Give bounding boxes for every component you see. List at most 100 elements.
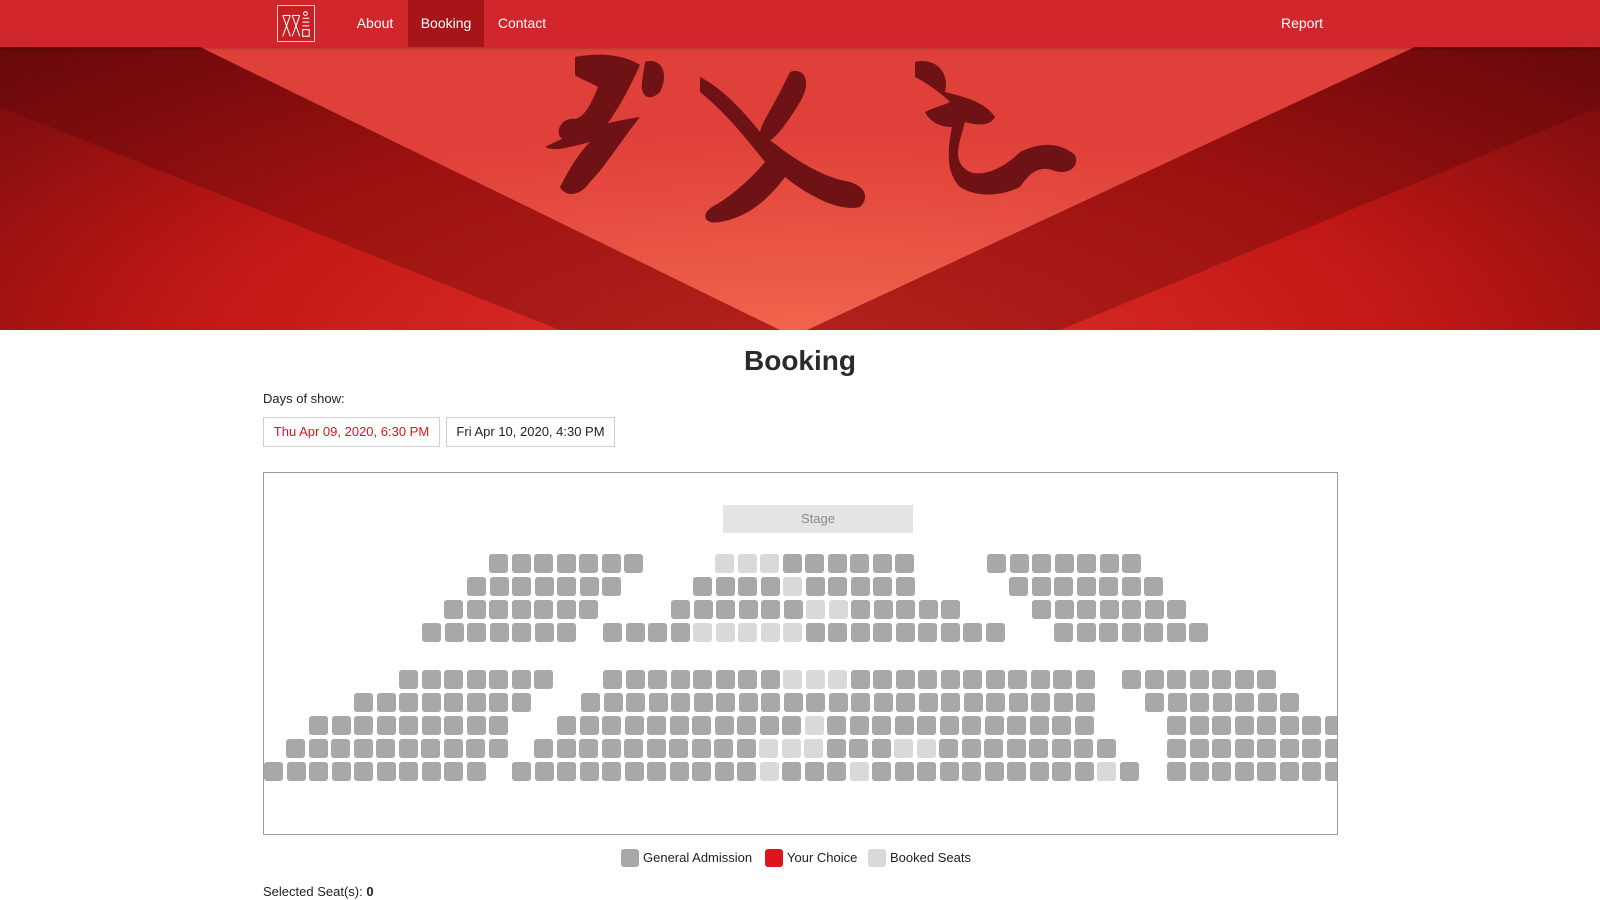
- seat[interactable]: [941, 600, 960, 619]
- seat[interactable]: [601, 739, 621, 758]
- seat[interactable]: [1054, 577, 1073, 596]
- seat[interactable]: [466, 762, 486, 781]
- seat[interactable]: [1121, 577, 1141, 596]
- seat[interactable]: [601, 554, 621, 573]
- seat[interactable]: [849, 716, 869, 735]
- seat[interactable]: [579, 600, 598, 619]
- seat[interactable]: [851, 693, 870, 712]
- seat[interactable]: [1052, 762, 1071, 781]
- seat[interactable]: [1144, 670, 1164, 689]
- seat[interactable]: [579, 716, 599, 735]
- seat[interactable]: [556, 739, 576, 758]
- seat[interactable]: [1077, 600, 1096, 619]
- nav-contact-link[interactable]: Contact: [487, 0, 557, 47]
- seat[interactable]: [1212, 670, 1231, 689]
- seat[interactable]: [1190, 693, 1209, 712]
- seat[interactable]: [872, 762, 891, 781]
- seat[interactable]: [1054, 600, 1074, 619]
- seat[interactable]: [354, 716, 373, 735]
- seat[interactable]: [716, 600, 735, 619]
- seat[interactable]: [896, 693, 915, 712]
- seat[interactable]: [444, 670, 463, 689]
- seat[interactable]: [693, 670, 712, 689]
- seat[interactable]: [353, 739, 373, 758]
- seat[interactable]: [466, 693, 486, 712]
- seat[interactable]: [849, 739, 868, 758]
- seat[interactable]: [286, 762, 306, 781]
- seat[interactable]: [489, 600, 508, 619]
- seat[interactable]: [1074, 716, 1094, 735]
- seat[interactable]: [1007, 762, 1026, 781]
- seat[interactable]: [940, 670, 960, 689]
- seat[interactable]: [648, 623, 667, 642]
- seat[interactable]: [603, 693, 623, 712]
- seat[interactable]: [873, 623, 892, 642]
- seat[interactable]: [1167, 739, 1186, 758]
- seat[interactable]: [556, 600, 576, 619]
- seat[interactable]: [1257, 670, 1276, 689]
- seat[interactable]: [1302, 716, 1321, 735]
- seat[interactable]: [806, 693, 825, 712]
- seat[interactable]: [1031, 693, 1050, 712]
- seat[interactable]: [1051, 739, 1071, 758]
- seat[interactable]: [489, 693, 508, 712]
- seat[interactable]: [759, 716, 779, 735]
- seat[interactable]: [511, 554, 531, 573]
- seat[interactable]: [804, 762, 824, 781]
- seat[interactable]: [1234, 716, 1254, 735]
- seat[interactable]: [1054, 554, 1074, 573]
- seat[interactable]: [647, 762, 666, 781]
- seat[interactable]: [1302, 739, 1321, 758]
- seat[interactable]: [1167, 762, 1186, 781]
- seat[interactable]: [534, 623, 554, 642]
- seat[interactable]: [895, 623, 915, 642]
- nav-report-link[interactable]: Report: [1270, 0, 1334, 47]
- seat[interactable]: [1189, 623, 1208, 642]
- seat[interactable]: [1122, 554, 1141, 573]
- seat[interactable]: [872, 716, 891, 735]
- seat[interactable]: [1212, 762, 1231, 781]
- seat[interactable]: [918, 623, 937, 642]
- seat[interactable]: [264, 762, 283, 781]
- seat[interactable]: [421, 762, 441, 781]
- seat[interactable]: [873, 693, 893, 712]
- seat[interactable]: [399, 716, 418, 735]
- seat[interactable]: [581, 693, 600, 712]
- seat[interactable]: [444, 623, 464, 642]
- seat[interactable]: [1099, 577, 1118, 596]
- seat[interactable]: [534, 600, 553, 619]
- seat[interactable]: [850, 623, 870, 642]
- seat[interactable]: [534, 670, 553, 689]
- seat[interactable]: [1053, 670, 1072, 689]
- seat[interactable]: [1074, 739, 1093, 758]
- seat[interactable]: [918, 693, 938, 712]
- seat[interactable]: [738, 577, 757, 596]
- seat[interactable]: [963, 623, 982, 642]
- seat[interactable]: [286, 739, 305, 758]
- seat[interactable]: [602, 762, 621, 781]
- seat[interactable]: [512, 762, 531, 781]
- seat[interactable]: [895, 554, 914, 573]
- seat[interactable]: [939, 739, 958, 758]
- seat[interactable]: [489, 554, 508, 573]
- seat[interactable]: [602, 716, 621, 735]
- seat[interactable]: [309, 762, 328, 781]
- seat[interactable]: [782, 554, 802, 573]
- seat[interactable]: [714, 762, 734, 781]
- seat[interactable]: [918, 600, 938, 619]
- seat[interactable]: [1074, 762, 1094, 781]
- seat[interactable]: [805, 554, 824, 573]
- seat[interactable]: [714, 739, 733, 758]
- seat[interactable]: [489, 716, 508, 735]
- seat[interactable]: [534, 577, 554, 596]
- seat[interactable]: [1099, 554, 1119, 573]
- seat[interactable]: [1076, 623, 1096, 642]
- seat[interactable]: [716, 693, 735, 712]
- seat[interactable]: [648, 670, 667, 689]
- seat[interactable]: [466, 739, 485, 758]
- seat[interactable]: [1167, 600, 1186, 619]
- show-date-option-1[interactable]: Thu Apr 09, 2020, 6:30 PM: [263, 417, 440, 447]
- seat[interactable]: [1279, 762, 1299, 781]
- seat[interactable]: [1324, 762, 1337, 781]
- seat[interactable]: [534, 554, 553, 573]
